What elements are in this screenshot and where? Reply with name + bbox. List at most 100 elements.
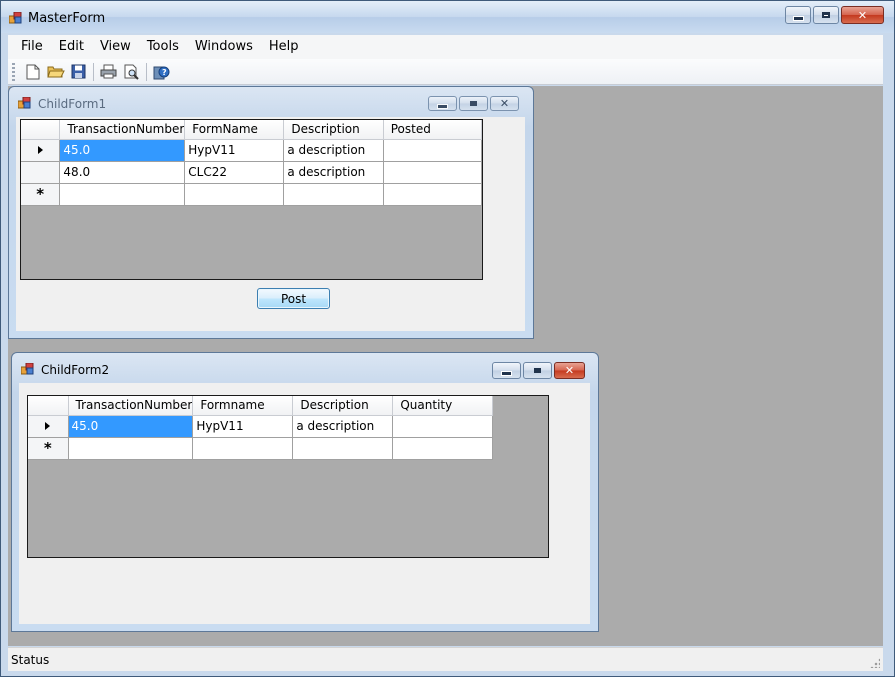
save-icon	[71, 64, 86, 79]
new-row: *	[28, 437, 494, 460]
column-header[interactable]: FormName	[184, 120, 285, 140]
table-row: 48.0 CLC22 a description	[21, 161, 483, 184]
grid-cell[interactable]	[383, 161, 483, 184]
toolbar-separator	[146, 62, 147, 81]
close-button[interactable]: ✕	[841, 6, 884, 24]
column-header[interactable]: Posted	[383, 120, 483, 140]
close-icon: ✕	[564, 364, 575, 377]
child2-data-grid[interactable]: TransactionNumber Formname Description Q…	[27, 395, 549, 558]
row-header[interactable]: *	[28, 437, 69, 460]
child1-grid-table: TransactionNumber FormName Description P…	[21, 120, 483, 206]
print-preview-icon	[124, 64, 139, 80]
help-button[interactable]: ?	[150, 61, 173, 83]
table-row: 45.0 HypV11 a description	[21, 139, 483, 162]
menu-windows[interactable]: Windows	[187, 36, 261, 58]
child1-caption-buttons: ✕	[428, 96, 519, 111]
child2-close-button[interactable]: ✕	[554, 362, 585, 379]
menu-edit[interactable]: Edit	[51, 36, 92, 58]
child1-title-bar[interactable]: ChildForm1 ✕	[9, 87, 533, 117]
grid-cell[interactable]: 45.0	[68, 415, 194, 438]
maximize-button[interactable]	[813, 6, 839, 24]
resize-grip[interactable]	[870, 658, 880, 668]
menu-file[interactable]: File	[15, 36, 51, 58]
grid-cell[interactable]: 48.0	[59, 161, 186, 184]
grid-cell[interactable]	[383, 183, 483, 206]
row-header[interactable]	[21, 139, 61, 162]
current-row-arrow-icon	[37, 146, 43, 154]
print-icon	[100, 64, 117, 79]
grid-corner-header[interactable]	[28, 396, 69, 416]
grid-cell[interactable]	[292, 437, 394, 460]
print-button[interactable]	[97, 61, 120, 83]
child1-data-grid[interactable]: TransactionNumber FormName Description P…	[20, 119, 483, 280]
save-button[interactable]	[67, 61, 90, 83]
grid-cell[interactable]: CLC22	[184, 161, 285, 184]
new-button[interactable]	[21, 61, 44, 83]
grid-cell[interactable]: 45.0	[59, 139, 186, 162]
close-icon: ✕	[857, 8, 868, 22]
app-icon[interactable]	[8, 11, 23, 27]
restore-icon	[822, 12, 830, 18]
column-header[interactable]: TransactionNumber	[59, 120, 186, 140]
menu-view[interactable]: View	[92, 36, 139, 58]
child1-title: ChildForm1	[38, 97, 107, 111]
close-icon: ✕	[499, 97, 510, 110]
child2-title: ChildForm2	[41, 363, 110, 377]
master-title: MasterForm	[28, 11, 106, 26]
toolbar-grip[interactable]	[12, 62, 15, 81]
row-header[interactable]	[28, 415, 69, 438]
master-title-bar[interactable]: MasterForm ✕	[1, 1, 894, 33]
grid-cell[interactable]	[392, 415, 494, 438]
grid-header-row: TransactionNumber Formname Description Q…	[28, 396, 494, 416]
column-header[interactable]: Description	[292, 396, 394, 416]
master-caption-buttons: ✕	[785, 6, 884, 24]
child1-app-icon[interactable]	[17, 96, 32, 112]
child2-app-icon[interactable]	[20, 362, 35, 378]
column-header[interactable]: Formname	[192, 396, 294, 416]
column-header[interactable]: Description	[283, 120, 384, 140]
menu-help[interactable]: Help	[261, 36, 307, 58]
restore-icon	[534, 368, 541, 373]
menu-bar: File Edit View Tools Windows Help	[8, 35, 883, 59]
minimize-icon	[437, 103, 448, 109]
svg-text:?: ?	[162, 68, 167, 77]
child2-maximize-button[interactable]	[523, 362, 552, 379]
open-button[interactable]	[44, 61, 67, 83]
menu-tools[interactable]: Tools	[139, 36, 187, 58]
grid-cell[interactable]	[283, 183, 384, 206]
row-header[interactable]: *	[21, 183, 61, 206]
toolbar-separator	[93, 62, 94, 81]
child2-client-area: TransactionNumber Formname Description Q…	[19, 383, 590, 624]
grid-cell[interactable]: HypV11	[184, 139, 285, 162]
grid-cell[interactable]	[392, 437, 494, 460]
grid-cell[interactable]: HypV11	[192, 415, 294, 438]
child1-minimize-button[interactable]	[428, 96, 457, 111]
minimize-button[interactable]	[785, 6, 811, 24]
status-label: Status	[11, 653, 50, 667]
minimize-icon	[501, 370, 512, 376]
grid-cell[interactable]: a description	[283, 161, 384, 184]
new-row: *	[21, 183, 483, 206]
grid-cell[interactable]	[68, 437, 194, 460]
child1-close-button[interactable]: ✕	[490, 96, 519, 111]
grid-cell[interactable]	[59, 183, 186, 206]
grid-cell[interactable]	[383, 139, 483, 162]
grid-cell[interactable]: a description	[283, 139, 384, 162]
row-header[interactable]	[21, 161, 61, 184]
new-row-asterisk-icon: *	[43, 438, 52, 457]
column-header[interactable]: TransactionNumber	[68, 396, 194, 416]
status-bar: Status	[8, 647, 883, 671]
toolbar: ?	[8, 59, 883, 85]
post-button[interactable]: Post	[257, 288, 330, 309]
grid-cell[interactable]	[184, 183, 285, 206]
grid-cell[interactable]	[192, 437, 294, 460]
child2-minimize-button[interactable]	[492, 362, 521, 379]
column-header[interactable]: Quantity	[392, 396, 494, 416]
new-row-asterisk-icon: *	[36, 184, 45, 203]
grid-corner-header[interactable]	[21, 120, 61, 140]
restore-icon	[470, 101, 477, 106]
grid-cell[interactable]: a description	[292, 415, 394, 438]
child2-title-bar[interactable]: ChildForm2 ✕	[12, 353, 598, 383]
child1-maximize-button[interactable]	[459, 96, 488, 111]
print-preview-button[interactable]	[120, 61, 143, 83]
